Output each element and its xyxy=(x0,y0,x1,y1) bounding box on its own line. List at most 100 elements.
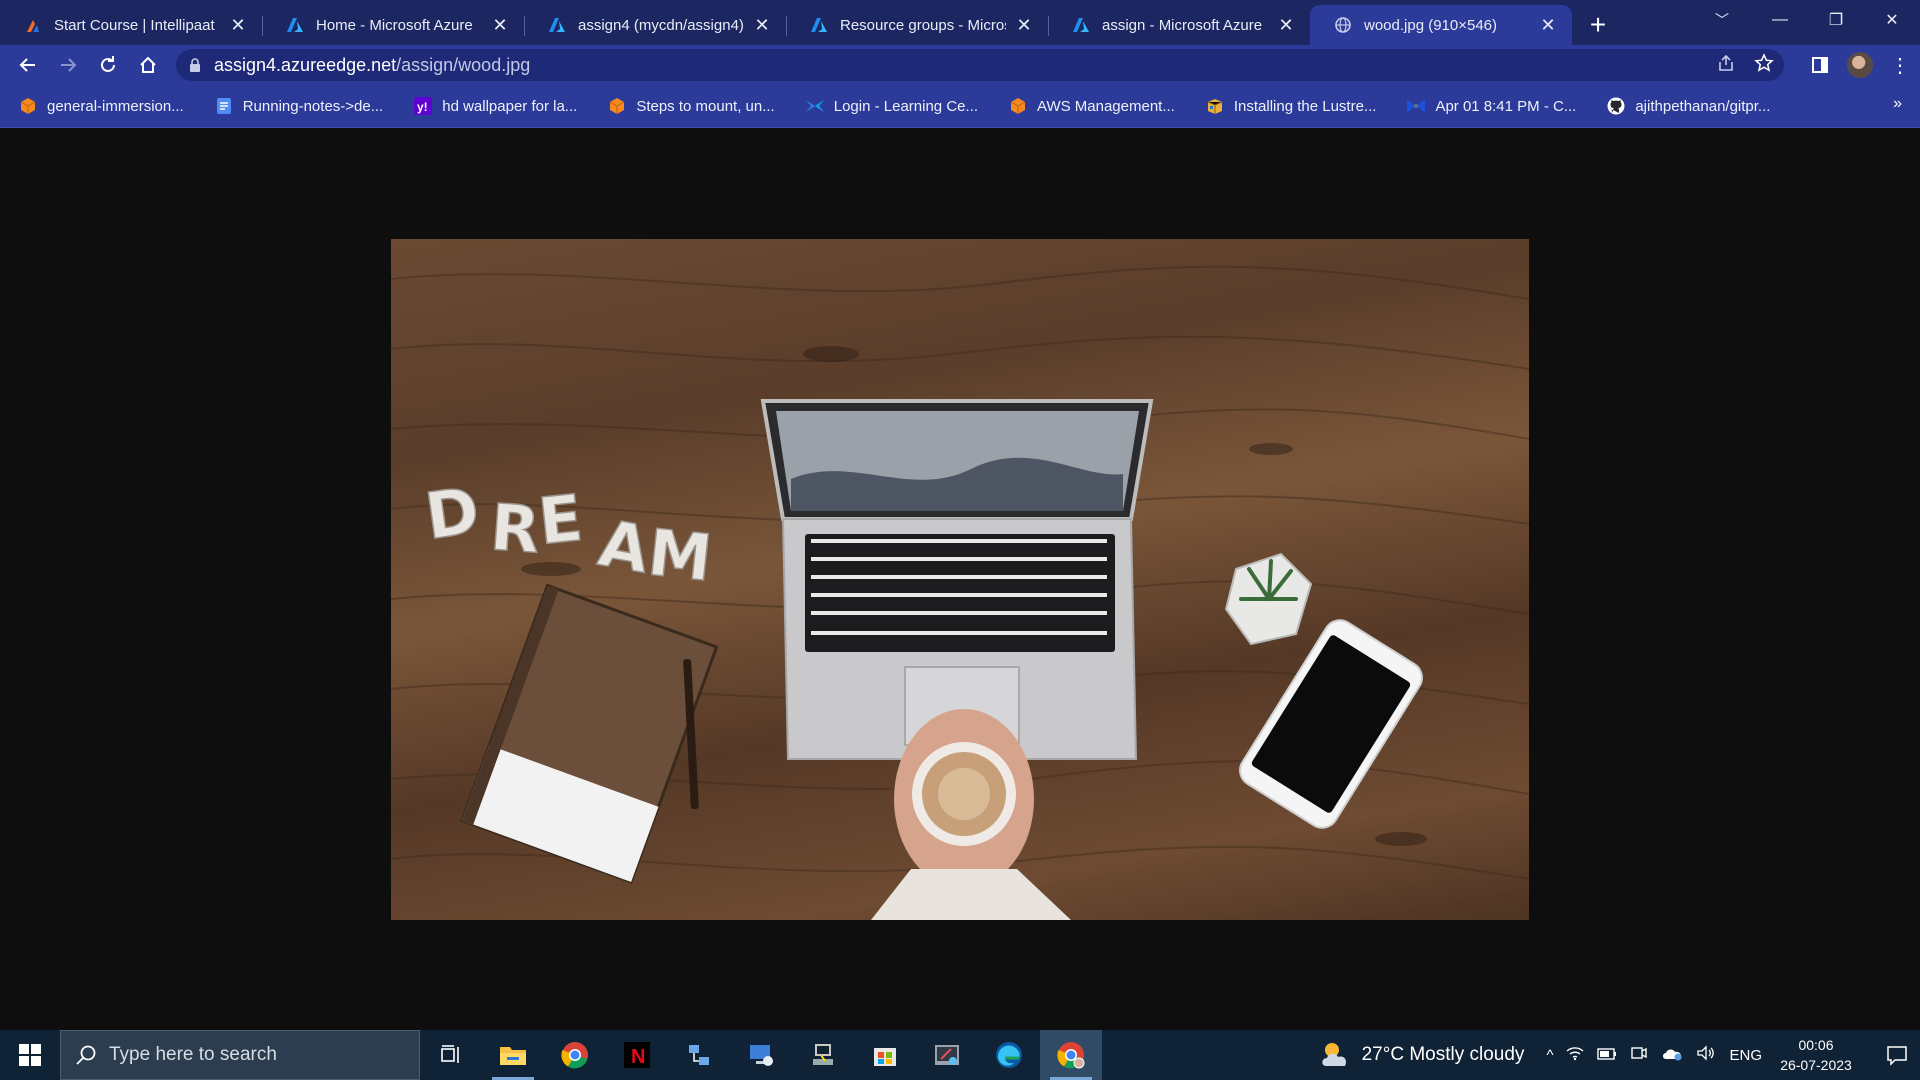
show-hidden-icons-chevron-icon[interactable]: ^ xyxy=(1546,1047,1553,1064)
side-panel-icon[interactable] xyxy=(1800,56,1840,74)
tab-resource-groups[interactable]: Resource groups - Microsof ✕ xyxy=(786,5,1048,45)
taskbar-file-explorer[interactable] xyxy=(482,1030,544,1080)
browser-toolbar: assign4.azureedge.net/assign/wood.jpg ⋮ xyxy=(0,45,1920,85)
close-tab-icon[interactable]: ✕ xyxy=(1014,15,1034,36)
bookmark-github[interactable]: ajithpethanan/gitpr... xyxy=(1588,90,1782,122)
lock-icon[interactable] xyxy=(176,58,214,72)
avatar xyxy=(1847,52,1873,78)
restore-button[interactable]: ❐ xyxy=(1808,10,1864,30)
photo-scene: D R E A M xyxy=(391,265,1529,920)
forward-arrow-icon xyxy=(61,58,77,72)
tab-azure-home[interactable]: Home - Microsoft Azure ✕ xyxy=(262,5,524,45)
smartphone xyxy=(1239,619,1423,829)
close-tab-icon[interactable]: ✕ xyxy=(752,15,772,36)
package-icon xyxy=(1205,96,1225,116)
bookmark-aws-management[interactable]: AWS Management... xyxy=(990,90,1187,122)
close-tab-icon[interactable]: ✕ xyxy=(1538,15,1558,36)
new-tab-button[interactable]: + xyxy=(1578,5,1618,45)
bookmark-label: ajithpethanan/gitpr... xyxy=(1635,97,1771,115)
address-bar[interactable]: assign4.azureedge.net/assign/wood.jpg xyxy=(176,49,1784,81)
task-view-button[interactable] xyxy=(420,1030,482,1080)
chrome-icon xyxy=(561,1042,588,1069)
bookmark-running-notes[interactable]: Running-notes->de... xyxy=(196,90,396,122)
taskbar-putty[interactable] xyxy=(792,1030,854,1080)
bookmark-hd-wallpaper[interactable]: y! hd wallpaper for la... xyxy=(395,90,589,122)
reload-button[interactable] xyxy=(88,45,128,85)
bookmark-installing-lustre[interactable]: Installing the Lustre... xyxy=(1187,90,1389,122)
volume-icon[interactable] xyxy=(1696,1045,1716,1065)
onedrive-icon[interactable] xyxy=(1661,1045,1683,1065)
menu-kebab-icon[interactable]: ⋮ xyxy=(1880,53,1920,78)
back-button[interactable] xyxy=(8,45,48,85)
letter-d: D xyxy=(421,474,484,555)
windows-logo-icon xyxy=(19,1044,41,1066)
bookmark-label: general-immersion... xyxy=(47,97,184,115)
bookmarks-bar: general-immersion... Running-notes->de..… xyxy=(0,85,1920,128)
tab-label: Home - Microsoft Azure xyxy=(316,16,473,34)
minimize-button[interactable]: — xyxy=(1752,11,1808,29)
docs-icon xyxy=(214,96,234,116)
bowtie-icon xyxy=(1406,96,1426,116)
bookmark-login-learning[interactable]: Login - Learning Ce... xyxy=(787,90,990,122)
bookmark-apr-01[interactable]: Apr 01 8:41 PM - C... xyxy=(1388,90,1588,122)
bookmark-steps-to-mount[interactable]: Steps to mount, un... xyxy=(589,90,786,122)
tray-icons: ^ ENG xyxy=(1546,1045,1762,1065)
input-language[interactable]: ENG xyxy=(1729,1047,1762,1064)
taskbar-chrome-active[interactable] xyxy=(1040,1030,1102,1080)
taskbar-edge[interactable] xyxy=(978,1030,1040,1080)
share-icon[interactable] xyxy=(1716,53,1736,78)
taskbar-search-box[interactable]: Type here to search xyxy=(60,1030,420,1080)
bookmark-label: Installing the Lustre... xyxy=(1233,97,1377,115)
tab-assign[interactable]: assign - Microsoft Azure ✕ xyxy=(1048,5,1310,45)
clock-date: 26-07-2023 xyxy=(1780,1057,1852,1073)
clock-time: 00:06 xyxy=(1798,1037,1834,1053)
bookmark-star-icon[interactable] xyxy=(1754,52,1774,78)
network-tool-icon xyxy=(689,1045,709,1065)
search-placeholder: Type here to search xyxy=(109,1044,277,1065)
bookmark-label: hd wallpaper for la... xyxy=(442,97,578,115)
file-explorer-icon xyxy=(500,1047,526,1065)
bookmark-general-immersion[interactable]: general-immersion... xyxy=(0,90,196,122)
azure-icon xyxy=(810,16,828,34)
url-path: /assign/wood.jpg xyxy=(396,54,531,75)
profile-avatar[interactable] xyxy=(1840,52,1880,78)
task-view-icon xyxy=(441,1045,459,1063)
taskbar-microsoft-store[interactable] xyxy=(854,1030,916,1080)
weather-widget[interactable]: 27°C Mostly cloudy xyxy=(1318,1040,1524,1070)
start-button[interactable] xyxy=(0,1030,60,1080)
bookmarks-overflow-button[interactable]: » xyxy=(1893,95,1902,113)
store-icon xyxy=(874,1048,896,1066)
cube-orange-icon xyxy=(1008,96,1028,116)
remote-desktop-icon xyxy=(750,1045,773,1066)
tab-search-chevron-icon[interactable]: ﹀ xyxy=(1692,10,1752,30)
taskbar-remote-desktop[interactable] xyxy=(730,1030,792,1080)
wood-desk-image[interactable]: D R E A M xyxy=(391,239,1529,920)
tab-assign4[interactable]: assign4 (mycdn/assign4) - M ✕ xyxy=(524,5,786,45)
taskbar-snipping-tool[interactable] xyxy=(916,1030,978,1080)
forward-button[interactable] xyxy=(48,45,88,85)
notifications-button[interactable] xyxy=(1874,1044,1920,1066)
image-viewer: D R E A M xyxy=(0,128,1920,1030)
wifi-icon[interactable] xyxy=(1566,1045,1584,1065)
close-tab-icon[interactable]: ✕ xyxy=(490,15,510,36)
taskbar-network-app[interactable] xyxy=(668,1030,730,1080)
bookmark-label: Apr 01 8:41 PM - C... xyxy=(1435,97,1577,115)
meet-now-icon[interactable] xyxy=(1630,1045,1648,1065)
close-window-button[interactable]: ✕ xyxy=(1864,10,1920,30)
notebook xyxy=(460,583,719,884)
taskbar-chrome[interactable] xyxy=(544,1030,606,1080)
close-tab-icon[interactable]: ✕ xyxy=(1276,15,1296,36)
tab-intellipaat[interactable]: Start Course | Intellipaat ✕ xyxy=(0,5,262,45)
home-icon xyxy=(140,56,156,73)
battery-icon[interactable] xyxy=(1597,1047,1617,1064)
system-clock[interactable]: 00:06 26-07-2023 xyxy=(1776,1035,1856,1075)
tab-wood-jpg[interactable]: wood.jpg (910×546) ✕ xyxy=(1310,5,1572,45)
bookmark-label: Steps to mount, un... xyxy=(636,97,775,115)
url-text: assign4.azureedge.net/assign/wood.jpg xyxy=(214,55,530,76)
azure-icon xyxy=(286,16,304,34)
azure-icon xyxy=(548,16,566,34)
letter-m: M xyxy=(644,516,715,596)
taskbar-netflix[interactable]: N xyxy=(606,1030,668,1080)
close-tab-icon[interactable]: ✕ xyxy=(228,15,248,36)
home-button[interactable] xyxy=(128,45,168,85)
